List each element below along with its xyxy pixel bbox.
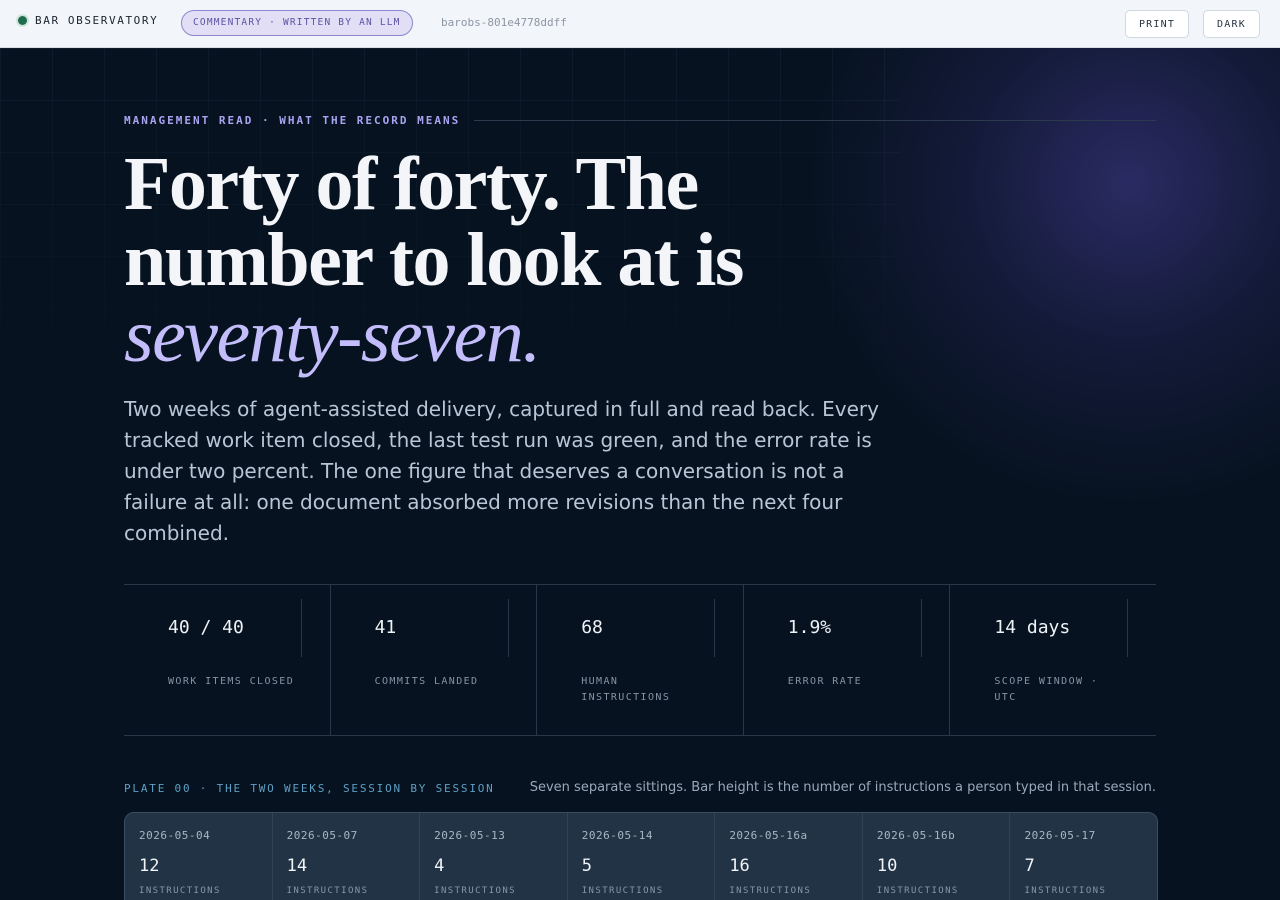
- stat-divider: [331, 599, 509, 657]
- brand: BAR OBSERVATORY: [18, 14, 158, 27]
- session-unit: INSTRUCTIONS: [434, 886, 516, 896]
- session-unit: INSTRUCTIONS: [581, 886, 664, 896]
- stat-cell: 1.9% ERROR RATE: [742, 585, 950, 735]
- stat-label: ERROR RATE: [787, 676, 862, 687]
- stat-label: HUMAN INSTRUCTIONS: [581, 676, 671, 703]
- session-date: 2026-05-13: [434, 829, 506, 842]
- stat-value: 1.9%: [787, 617, 832, 638]
- plate-heading: PLATE 00 · THE TWO WEEKS, SESSION BY SES…: [124, 782, 495, 795]
- session-card[interactable]: 2026-05-16a 16 INSTRUCTIONS: [714, 813, 862, 900]
- title-emphasis: seventy-seven.: [124, 294, 541, 378]
- section-eyebrow: MANAGEMENT READ · WHAT THE RECORD MEANS: [124, 114, 1156, 127]
- stat-cell: 40 / 40 WORK ITEMS CLOSED: [124, 585, 330, 735]
- session-date: 2026-05-16a: [729, 829, 808, 842]
- stat-value: 40 / 40: [168, 617, 244, 638]
- stat-cell: 41 COMMITS LANDED: [329, 585, 537, 735]
- commentary-badge: COMMENTARY · WRITTEN BY AN LLM: [181, 10, 413, 36]
- session-count: 12: [139, 856, 160, 876]
- session-date: 2026-05-16b: [876, 829, 956, 842]
- eyebrow-text: MANAGEMENT READ · WHAT THE RECORD MEANS: [124, 114, 461, 127]
- session-card[interactable]: 2026-05-04 12 INSTRUCTIONS: [125, 813, 272, 900]
- title-line-2: number to look at is: [124, 218, 744, 302]
- title-line-1: Forty of forty. The: [124, 142, 699, 226]
- session-unit: INSTRUCTIONS: [876, 886, 959, 896]
- stats-row: 40 / 40 WORK ITEMS CLOSED 41 COMMITS LAN…: [124, 584, 1156, 736]
- stat-cell: 14 days SCOPE WINDOW · UTC: [949, 585, 1156, 735]
- session-card[interactable]: 2026-05-13 4 INSTRUCTIONS: [419, 813, 567, 900]
- stat-label: WORK ITEMS CLOSED: [168, 676, 295, 687]
- print-button[interactable]: PRINT: [1125, 10, 1189, 38]
- session-count: 16: [729, 856, 750, 876]
- stat-value: 41: [374, 617, 397, 638]
- session-date: 2026-05-04: [139, 829, 211, 842]
- session-unit: INSTRUCTIONS: [286, 886, 369, 896]
- session-date: 2026-05-07: [286, 829, 358, 842]
- session-strip: 2026-05-04 12 INSTRUCTIONS 2026-05-07 14…: [124, 812, 1158, 900]
- dark-mode-button[interactable]: DARK: [1203, 10, 1260, 38]
- lede-paragraph: Two weeks of agent-assisted delivery, ca…: [124, 397, 879, 545]
- stat-divider: [744, 599, 922, 657]
- hero-section: MANAGEMENT READ · WHAT THE RECORD MEANS …: [0, 48, 1280, 900]
- eyebrow-divider: [474, 120, 1156, 121]
- session-card[interactable]: 2026-05-17 7 INSTRUCTIONS: [1009, 813, 1157, 900]
- record-hash: barobs-801e4778ddff: [441, 16, 567, 29]
- session-unit: INSTRUCTIONS: [1024, 886, 1107, 896]
- stat-value: 14 days: [994, 617, 1071, 638]
- stat-divider: [537, 599, 716, 657]
- session-date: 2026-05-14: [581, 829, 653, 842]
- plate-note: Seven separate sittings. Bar height is t…: [529, 780, 1156, 795]
- session-count: 10: [876, 856, 898, 876]
- page-title: Forty of forty. The number to look at is…: [124, 146, 924, 374]
- stat-label: COMMITS LANDED: [374, 676, 479, 687]
- session-unit: INSTRUCTIONS: [139, 886, 221, 896]
- session-date: 2026-05-17: [1024, 829, 1096, 842]
- stat-label: SCOPE WINDOW · UTC: [994, 676, 1099, 703]
- brand-name: BAR OBSERVATORY: [35, 14, 159, 27]
- session-count: 14: [286, 856, 308, 876]
- top-bar: BAR OBSERVATORY COMMENTARY · WRITTEN BY …: [0, 0, 1280, 48]
- stat-cell: 68 HUMAN INSTRUCTIONS: [536, 585, 743, 735]
- status-dot-icon: [18, 16, 27, 25]
- session-count: 7: [1024, 856, 1035, 876]
- session-count: 5: [581, 856, 592, 876]
- session-card[interactable]: 2026-05-16b 10 INSTRUCTIONS: [861, 813, 1010, 900]
- session-count: 4: [434, 856, 445, 876]
- session-card[interactable]: 2026-05-14 5 INSTRUCTIONS: [566, 813, 715, 900]
- stat-value: 68: [581, 617, 603, 638]
- session-unit: INSTRUCTIONS: [729, 886, 812, 896]
- session-card[interactable]: 2026-05-07 14 INSTRUCTIONS: [271, 813, 420, 900]
